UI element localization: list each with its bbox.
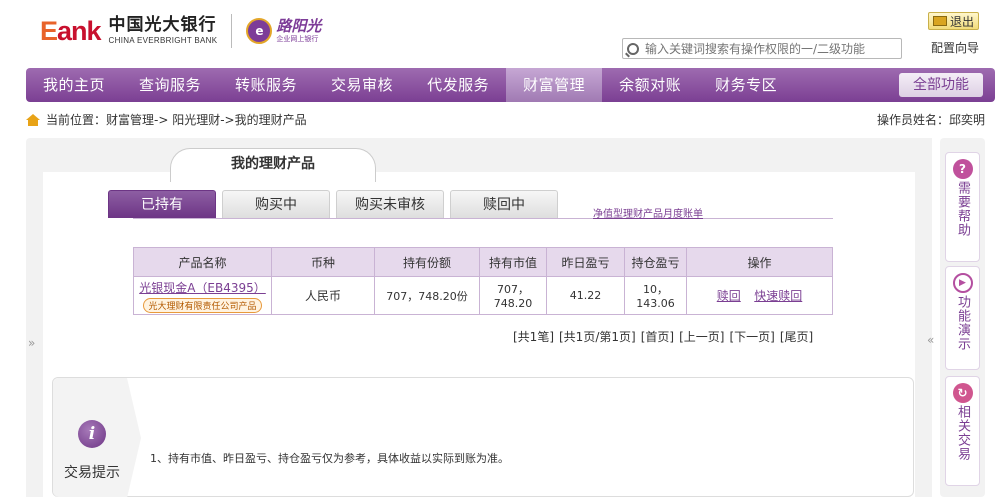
- col-position-pl: 持仓盈亏: [624, 247, 687, 277]
- tab-redeeming[interactable]: 赎回中: [450, 190, 558, 218]
- home-icon: [26, 113, 40, 126]
- sub-logo-subtitle: 企业网上银行: [276, 35, 319, 43]
- col-yesterday-pl: 昨日盈亏: [546, 247, 625, 277]
- quick-redeem-link[interactable]: 快速赎回: [754, 289, 802, 303]
- logo-e-mark: E: [40, 15, 58, 46]
- nav-item-finance[interactable]: 财务专区: [698, 68, 794, 102]
- logo-text: 中国光大银行 CHINA EVERBRIGHT BANK: [109, 17, 218, 45]
- breadcrumb-text: 当前位置：财富管理-> 阳光理财->我的理财产品: [46, 113, 307, 127]
- col-product-name: 产品名称: [133, 247, 272, 277]
- sub-logo: e 路阳光 企业网上银行: [246, 18, 321, 44]
- tab-holding[interactable]: 已持有: [108, 190, 216, 218]
- cell-currency: 人民币: [271, 276, 375, 315]
- pager-page-info: [共1页/第1页]: [559, 330, 636, 344]
- logo-bank-mark: Eank: [40, 15, 102, 47]
- product-name-link[interactable]: 光银现金A（EB4395）: [134, 279, 271, 296]
- config-wizard-link[interactable]: 配置向导: [931, 39, 979, 56]
- sidebar-demo-button[interactable]: ▶ 功能演示: [945, 266, 980, 370]
- info-icon: i: [78, 420, 106, 448]
- sidebar-related-label: 相关交易: [955, 405, 970, 461]
- status-tabs: 已持有 购买中 购买未审核 赎回中: [108, 190, 564, 218]
- help-icon: ?: [952, 159, 973, 179]
- cell-product: 光银现金A（EB4395） 光大理财有限责任公司产品: [133, 276, 272, 315]
- page-title-tab: 我的理财产品: [170, 148, 376, 182]
- main-nav: 我的主页 查询服务 转账服务 交易审核 代发服务 财富管理 余额对账 财务专区 …: [26, 68, 995, 102]
- pagination: [共1笔] [共1页/第1页] [首页] [上一页] [下一页] [尾页]: [513, 328, 813, 345]
- breadcrumb: 当前位置：财富管理-> 阳光理财->我的理财产品: [26, 111, 307, 128]
- search-icon: [627, 42, 639, 55]
- collapse-right-icon[interactable]: «: [927, 333, 934, 347]
- sidebar-help-label: 需要帮助: [955, 181, 970, 237]
- nav-item-payroll[interactable]: 代发服务: [410, 68, 506, 102]
- pager-total-count: [共1笔]: [513, 330, 554, 344]
- nav-item-transfer[interactable]: 转账服务: [218, 68, 314, 102]
- exit-icon: [933, 16, 947, 26]
- sidebar-related-button[interactable]: ↻ 相关交易: [945, 376, 980, 486]
- holdings-table: 产品名称 币种 持有份额 持有市值 昨日盈亏 持仓盈亏 操作 光银现金A（EB4…: [133, 247, 833, 315]
- logo-divider: [231, 14, 233, 48]
- right-sidebar: ? 需要帮助 ▶ 功能演示 ↻ 相关交易: [940, 138, 985, 497]
- cell-operation: 赎回 快速赎回: [686, 276, 833, 315]
- expand-left-icon[interactable]: »: [28, 336, 35, 350]
- col-market-value: 持有市值: [479, 247, 547, 277]
- search-box[interactable]: [622, 38, 902, 59]
- nav-item-home[interactable]: 我的主页: [26, 68, 122, 102]
- pager-prev[interactable]: [上一页]: [679, 328, 724, 345]
- tips-text: 1、持有市值、昨日盈亏、持仓盈亏仅为参考，具体收益以实际到账为准。: [150, 452, 509, 465]
- nav-item-wealth[interactable]: 财富管理: [506, 68, 603, 102]
- sub-logo-title: 路阳光: [276, 17, 322, 35]
- sidebar-demo-label: 功能演示: [955, 295, 970, 351]
- issuer-badge: 光大理财有限责任公司产品: [143, 297, 262, 313]
- nav-item-reconcile[interactable]: 余额对账: [602, 68, 698, 102]
- tips-title: 交易提示: [64, 465, 120, 481]
- tab-purchase-unapproved[interactable]: 购买未审核: [336, 190, 444, 218]
- tips-box: i 交易提示 1、持有市值、昨日盈亏、持仓盈亏仅为参考，具体收益以实际到账为准。: [52, 377, 914, 497]
- monthly-statement-link[interactable]: 净值型理财产品月度账单: [593, 205, 703, 220]
- logo-cn-name: 中国光大银行: [108, 15, 217, 35]
- page-title: 我的理财产品: [231, 156, 315, 172]
- cell-position-pl: 10，143.06: [624, 276, 687, 315]
- pager-first[interactable]: [首页]: [641, 328, 674, 345]
- cell-yesterday-pl: 41.22: [546, 276, 625, 315]
- cell-market-value: 707，748.20: [479, 276, 547, 315]
- pager-next[interactable]: [下一页]: [729, 328, 774, 345]
- table-header-row: 产品名称 币种 持有份额 持有市值 昨日盈亏 持仓盈亏 操作: [133, 247, 833, 277]
- logo-bank-word: ank: [57, 15, 102, 46]
- tab-purchasing[interactable]: 购买中: [222, 190, 330, 218]
- swap-icon: ↻: [952, 383, 973, 403]
- col-shares: 持有份额: [374, 247, 480, 277]
- all-functions-button[interactable]: 全部功能: [899, 73, 983, 97]
- search-input[interactable]: [645, 41, 885, 56]
- col-operation: 操作: [686, 247, 833, 277]
- logo-en-name: CHINA EVERBRIGHT BANK: [108, 36, 218, 45]
- pager-last[interactable]: [尾页]: [780, 328, 813, 345]
- operator-name: 操作员姓名：邱奕明: [876, 113, 985, 127]
- header: Eank 中国光大银行 CHINA EVERBRIGHT BANK e 路阳光 …: [0, 0, 1003, 66]
- nav-item-approval[interactable]: 交易审核: [314, 68, 410, 102]
- table-row: 光银现金A（EB4395） 光大理财有限责任公司产品 人民币 707，748.2…: [133, 276, 833, 315]
- sun-badge-icon: e: [246, 18, 273, 44]
- tabs-divider: [133, 218, 833, 219]
- logout-button[interactable]: 退出: [928, 12, 980, 30]
- tips-arrow: [127, 378, 141, 497]
- cell-shares: 707，748.20份: [374, 276, 480, 315]
- col-currency: 币种: [271, 247, 375, 277]
- logout-label: 退出: [950, 14, 975, 29]
- redeem-link[interactable]: 赎回: [717, 289, 741, 303]
- sub-logo-text: 路阳光 企业网上银行: [276, 19, 321, 43]
- bank-logo: Eank 中国光大银行 CHINA EVERBRIGHT BANK e 路阳光 …: [40, 14, 321, 48]
- nav-item-query[interactable]: 查询服务: [122, 68, 218, 102]
- play-icon: ▶: [952, 273, 973, 293]
- sidebar-help-button[interactable]: ? 需要帮助: [945, 152, 980, 262]
